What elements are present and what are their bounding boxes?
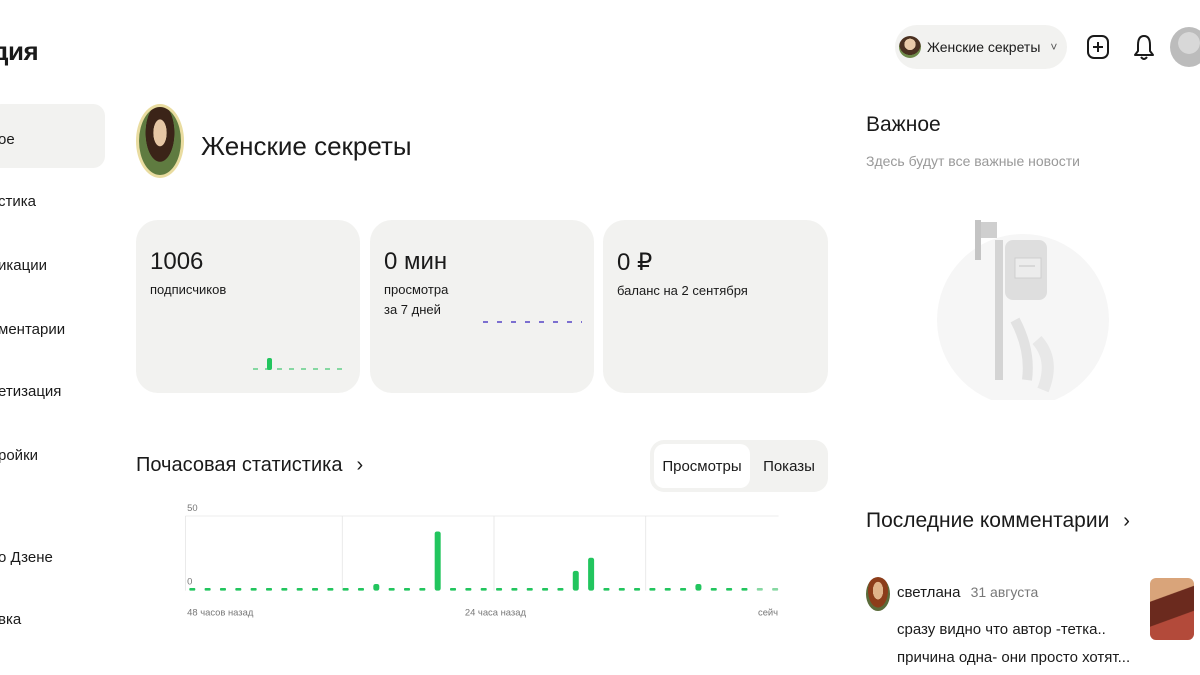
comment-author[interactable]: светлана	[897, 584, 960, 601]
chart-bar[interactable]	[250, 588, 257, 591]
chart-bar[interactable]	[680, 588, 687, 591]
watch-time-card[interactable]: 0 мин просмотра за 7 дней	[370, 220, 594, 393]
channel-avatar-large[interactable]	[136, 104, 184, 178]
chart-bar[interactable]	[419, 588, 426, 591]
important-subtitle: Здесь будут все важные новости	[866, 153, 1080, 169]
y-tick-min: 0	[187, 576, 192, 587]
sidebar-item-comments[interactable]: ментарии	[0, 321, 65, 338]
chart-bar[interactable]	[266, 588, 272, 591]
chart-bar[interactable]	[189, 588, 196, 591]
sidebar-item-statistics[interactable]: стика	[0, 193, 36, 210]
chart-bar[interactable]	[726, 588, 733, 591]
app-logo[interactable]: дия	[0, 36, 39, 67]
balance-value: 0 ₽	[617, 249, 653, 276]
chart-bar[interactable]	[588, 557, 595, 591]
chart-bar[interactable]	[496, 588, 503, 591]
watch-time-sparkline	[483, 321, 582, 323]
chart-bar[interactable]	[695, 583, 702, 591]
chart-bar[interactable]	[741, 588, 748, 591]
x-tick-now: сейч	[758, 606, 778, 617]
sidebar-item-help[interactable]: вка	[0, 611, 21, 628]
create-button[interactable]	[1084, 33, 1112, 61]
chart-bar[interactable]	[327, 588, 334, 591]
comment-author-avatar[interactable]	[866, 577, 890, 611]
channel-avatar	[899, 36, 921, 58]
chart-bar[interactable]	[572, 570, 579, 591]
sidebar-active-highlight	[0, 104, 105, 168]
chart-bar[interactable]	[312, 588, 319, 591]
chart-bar[interactable]	[465, 588, 472, 591]
y-tick-max: 50	[187, 502, 197, 513]
sidebar-item-monetization[interactable]: етизация	[0, 383, 61, 400]
balance-card[interactable]: 0 ₽ баланс на 2 сентября	[603, 220, 828, 393]
channel-switcher-label: Женские секреты	[927, 39, 1041, 55]
chart-bar[interactable]	[664, 588, 671, 591]
chart-bar[interactable]	[388, 588, 395, 591]
tab-views[interactable]: Просмотры	[654, 444, 750, 488]
chart-bar[interactable]	[357, 588, 364, 591]
channel-switcher[interactable]: Женские секреты ˅	[895, 25, 1067, 69]
hourly-chart: 50 0 48 часов назад 24 часа назад сейч	[185, 502, 779, 617]
chart-bar[interactable]	[772, 588, 779, 591]
chevron-right-icon: ›	[356, 454, 364, 476]
chevron-down-icon: ˅	[1050, 40, 1058, 54]
chart-bar[interactable]	[404, 588, 410, 591]
chart-bar[interactable]	[618, 588, 625, 591]
sidebar-item-about-dzen[interactable]: о Дзене	[0, 549, 53, 566]
chart-bar[interactable]	[710, 588, 717, 591]
chart-bar[interactable]	[557, 588, 564, 591]
chart-bar[interactable]	[235, 588, 242, 591]
last-comments-header[interactable]: Последние комментарии ›	[866, 509, 1130, 533]
page-title: Женские секреты	[201, 131, 412, 161]
subscribers-sparkline	[253, 358, 348, 370]
comment-date: 31 августа	[970, 584, 1039, 600]
x-tick-24h: 24 часа назад	[465, 606, 527, 617]
comment-text[interactable]: сразу видно что автор -тетка.. причина о…	[897, 616, 1137, 672]
metric-segmented-control: Просмотры Показы	[650, 440, 828, 492]
bell-icon	[1134, 35, 1154, 60]
chart-bar[interactable]	[219, 588, 226, 591]
plus-square-icon	[1087, 35, 1109, 59]
chart-bar[interactable]	[204, 588, 211, 591]
hourly-stats-header[interactable]: Почасовая статистика ›	[136, 454, 363, 477]
sidebar-item-settings[interactable]: ройки	[0, 447, 38, 464]
chart-bar[interactable]	[480, 588, 487, 591]
x-tick-48h: 48 часов назад	[187, 606, 254, 617]
chart-bar[interactable]	[511, 588, 518, 591]
user-avatar[interactable]	[1170, 27, 1200, 67]
subscribers-card[interactable]: 1006 подписчиков	[136, 220, 360, 393]
chart-bar[interactable]	[342, 588, 349, 591]
chart-bar[interactable]	[296, 588, 303, 591]
tab-impressions[interactable]: Показы	[754, 444, 824, 488]
balance-label: баланс на 2 сентября	[617, 283, 748, 298]
chart-bar[interactable]	[526, 588, 533, 591]
sidebar-item-main[interactable]: ое	[0, 131, 15, 148]
chart-bar[interactable]	[649, 588, 656, 591]
chart-bar[interactable]	[542, 588, 549, 591]
chart-bar[interactable]	[450, 588, 457, 591]
notifications-button[interactable]	[1130, 33, 1158, 61]
important-title: Важное	[866, 113, 941, 136]
sidebar-item-publications[interactable]: икации	[0, 257, 47, 274]
chart-bar[interactable]	[756, 588, 763, 591]
last-comments-title: Последние комментарии	[866, 509, 1110, 532]
chevron-right-icon: ›	[1123, 509, 1130, 532]
chart-bar[interactable]	[603, 588, 610, 591]
mailbox-icon	[937, 220, 1109, 400]
hourly-stats-title: Почасовая статистика	[136, 454, 343, 476]
comment-article-thumbnail[interactable]	[1150, 578, 1194, 640]
comment-meta: светлана 31 августа	[897, 584, 1038, 601]
chart-bar[interactable]	[434, 531, 441, 591]
chart-bar[interactable]	[373, 583, 380, 591]
chart-bar[interactable]	[281, 588, 288, 591]
chart-bar[interactable]	[634, 588, 641, 591]
